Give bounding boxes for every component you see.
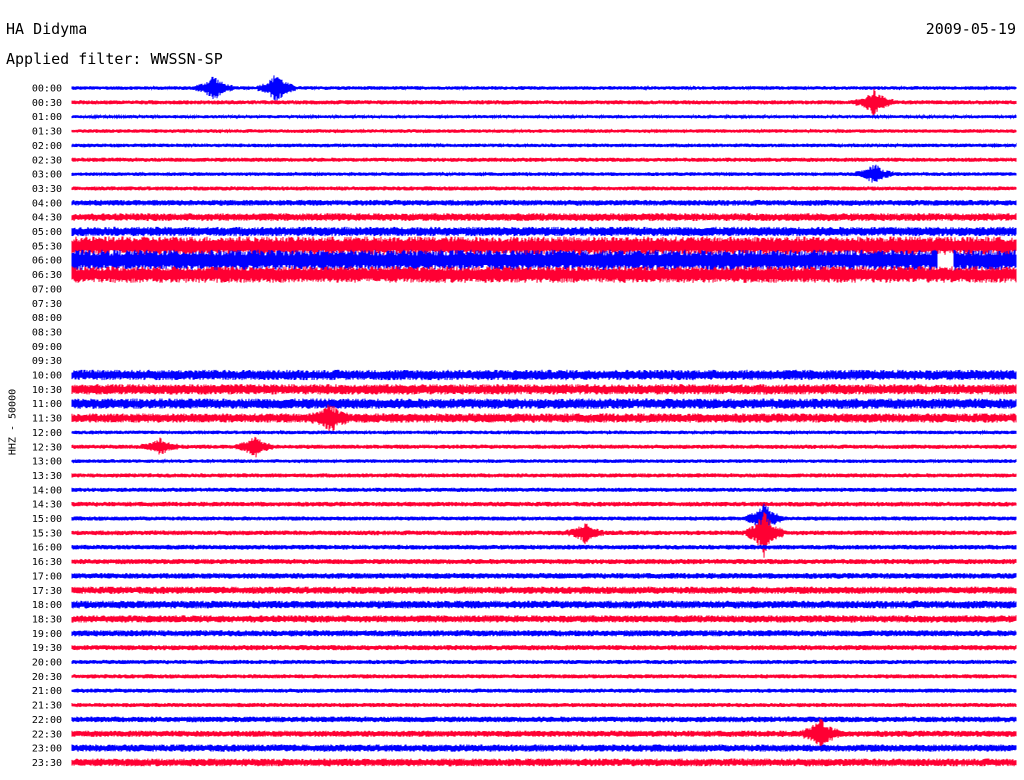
seismic-trace-row [71,600,1017,609]
row-time-label: 16:00 [32,543,62,554]
seismic-trace-row [71,630,1017,637]
row-time-label: 19:30 [32,643,62,654]
row-time-label: 01:30 [32,127,62,138]
seismic-trace-row [71,236,1017,256]
row-time-label: 12:00 [32,428,62,439]
row-time-label: 23:30 [32,758,62,769]
seismic-trace-row [71,586,1017,594]
seismic-trace-row [71,458,1017,465]
seismic-trace-row [71,226,1017,237]
row-time-label: 09:00 [32,342,62,353]
seismic-trace-row [71,718,1017,750]
seismic-trace-row [71,473,1017,478]
row-time-label: 15:30 [32,528,62,539]
row-time-label: 06:30 [32,270,62,281]
seismic-trace-row [71,501,1017,507]
row-time-label: 15:00 [32,514,62,525]
row-time-label: 08:30 [32,327,62,338]
seismic-trace-row [71,142,1017,149]
row-time-label: 09:30 [32,356,62,367]
seismic-trace-row [71,128,1017,134]
row-time-label: 04:00 [32,198,62,209]
row-time-label: 21:30 [32,701,62,712]
seismic-trace-row [71,157,1017,162]
row-time-label: 05:30 [32,241,62,252]
row-time-label: 03:30 [32,184,62,195]
row-time-label: 20:00 [32,658,62,669]
row-time-label: 19:00 [32,629,62,640]
row-time-label: 07:30 [32,299,62,310]
row-time-label: 10:00 [32,371,62,382]
seismic-trace-row [71,558,1017,565]
row-time-label: 13:00 [32,457,62,468]
seismic-trace-row [71,688,1017,693]
row-time-label: 22:00 [32,715,62,726]
seismic-trace-row [71,702,1017,708]
row-time-label: 10:30 [32,385,62,396]
trace-group [71,75,1017,767]
seismic-trace-row [71,572,1017,579]
seismic-trace-row [71,615,1017,623]
seismic-trace-row [71,384,1017,395]
row-time-label: 20:30 [32,672,62,683]
seismic-trace-row [71,659,1017,665]
row-time-label: 05:00 [32,227,62,238]
helicorder-plot: 00:00 00:30 01:00 01:30 02:00 02:30 03:00 03:30… [32,75,1017,769]
row-time-label: 13:30 [32,471,62,482]
row-time-label: 04:30 [32,213,62,224]
row-time-label: 21:00 [32,686,62,697]
row-time-label: 00:00 [32,84,62,95]
time-label-group: 00:00 00:30 01:00 01:30 02:00 02:30 03:00 03:30… [32,84,62,769]
row-time-label: 17:30 [32,586,62,597]
row-time-label: 11:00 [32,399,62,410]
seismic-trace-row [71,644,1017,651]
row-time-label: 22:30 [32,729,62,740]
seismic-trace-row [71,398,1017,409]
row-time-label: 12:30 [32,442,62,453]
seismic-trace-row [71,213,1017,222]
row-time-label: 01:00 [32,112,62,123]
row-time-label: 06:00 [32,256,62,267]
seismic-trace-row [71,164,1017,183]
seismic-trace-row [71,744,1017,752]
row-time-label: 23:00 [32,744,62,755]
row-time-label: 02:00 [32,141,62,152]
seismic-trace-row [71,186,1017,191]
seismic-trace-row [71,369,1017,381]
seismic-trace-row [71,716,1017,723]
row-time-label: 00:30 [32,98,62,109]
row-time-label: 17:00 [32,571,62,582]
row-time-label: 18:00 [32,600,62,611]
row-time-label: 03:00 [32,170,62,181]
row-time-label: 02:30 [32,155,62,166]
seismic-trace-row [71,436,1017,458]
row-time-label: 16:30 [32,557,62,568]
seismic-trace-row [71,199,1017,206]
row-time-label: 11:30 [32,414,62,425]
row-time-label: 07:00 [32,284,62,295]
seismic-trace-row [71,113,1017,120]
row-time-label: 18:30 [32,614,62,625]
seismic-trace-row [71,429,1017,436]
row-time-label: 14:00 [32,485,62,496]
seismic-trace-row [71,674,1017,679]
seismic-trace-row [71,266,1017,283]
seismic-trace-row [71,487,1017,493]
row-time-label: 08:00 [32,313,62,324]
seismic-trace-row [71,758,1017,767]
row-time-label: 14:30 [32,500,62,511]
seismic-trace-row [71,544,1017,550]
